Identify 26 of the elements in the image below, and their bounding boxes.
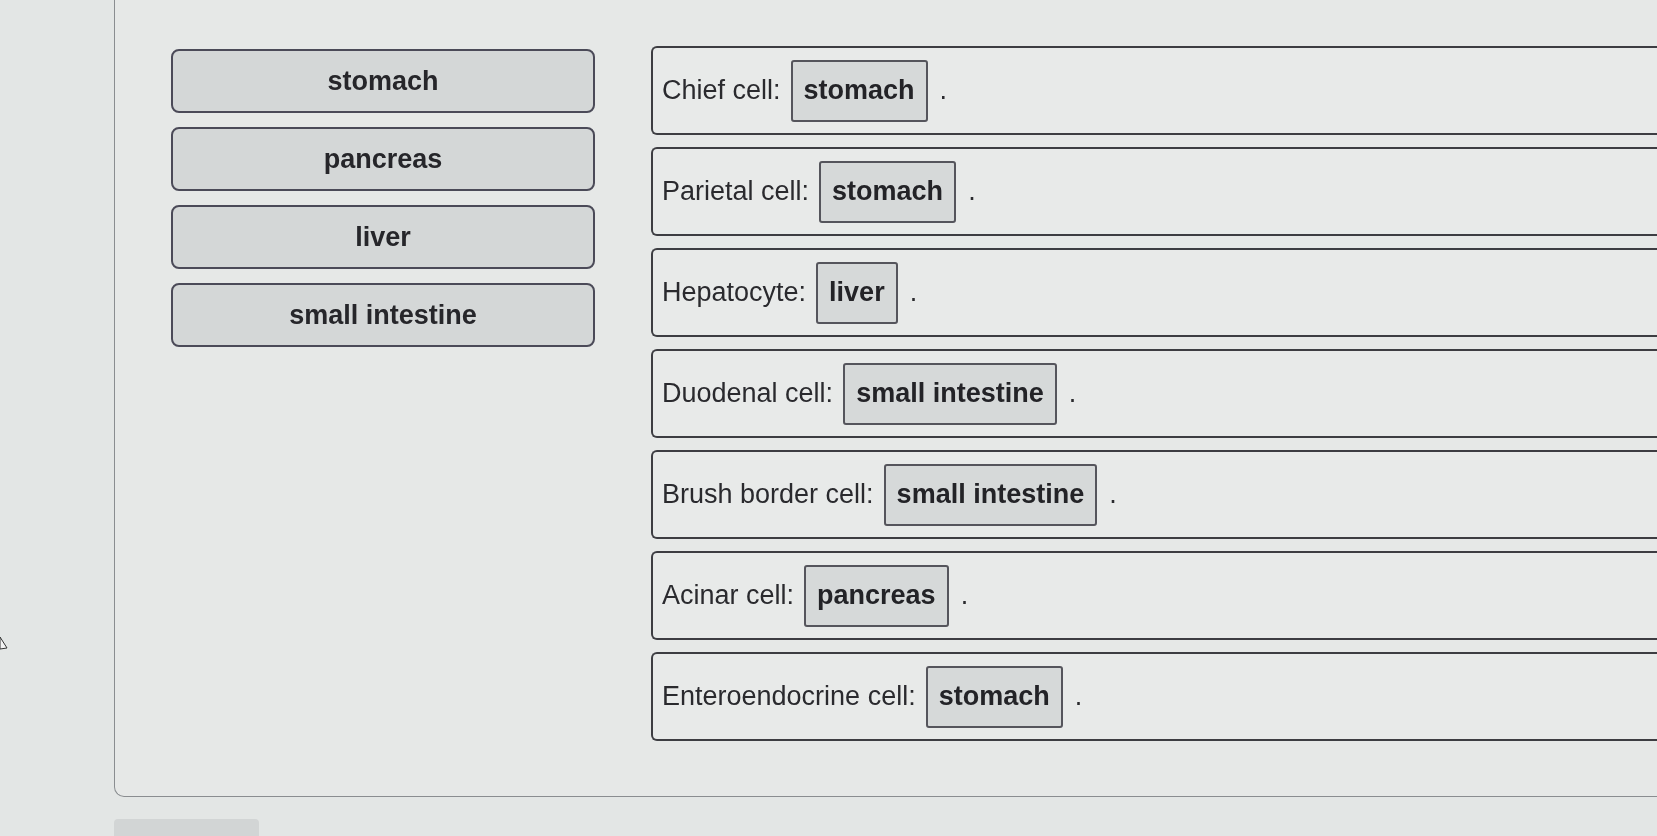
answer-tile[interactable]: stomach [171, 49, 595, 113]
dropped-answer[interactable]: stomach [790, 59, 928, 122]
period-text: . [960, 580, 969, 611]
period-text: . [909, 277, 918, 308]
dropped-answer[interactable]: small intestine [883, 463, 1098, 526]
period-text: . [939, 75, 948, 106]
answer-tile[interactable]: liver [171, 205, 595, 269]
period-text: . [1074, 681, 1083, 712]
statement-label: Chief cell: [662, 75, 781, 106]
period-text: . [1109, 479, 1117, 510]
statement-label: Parietal cell: [662, 176, 810, 207]
dropped-answer[interactable]: pancreas [804, 564, 949, 627]
statement-label: Enteroendocrine cell: [662, 681, 916, 712]
dropped-answer[interactable]: small intestine [843, 362, 1057, 425]
statement-label: Duodenal cell: [662, 378, 834, 409]
dropped-answer[interactable]: liver [816, 261, 898, 324]
statement-label: Acinar cell: [662, 580, 795, 611]
answer-tile[interactable]: small intestine [171, 283, 595, 347]
answer-tile[interactable]: pancreas [171, 127, 595, 191]
period-text: . [968, 176, 976, 207]
statement-label: Brush border cell: [662, 479, 874, 510]
pointer-icon [0, 637, 8, 650]
dropped-answer[interactable]: stomach [925, 665, 1063, 728]
period-text: . [1068, 378, 1077, 409]
dropped-answer[interactable]: stomach [819, 160, 957, 223]
statement-label: Hepatocyte: [662, 277, 807, 308]
